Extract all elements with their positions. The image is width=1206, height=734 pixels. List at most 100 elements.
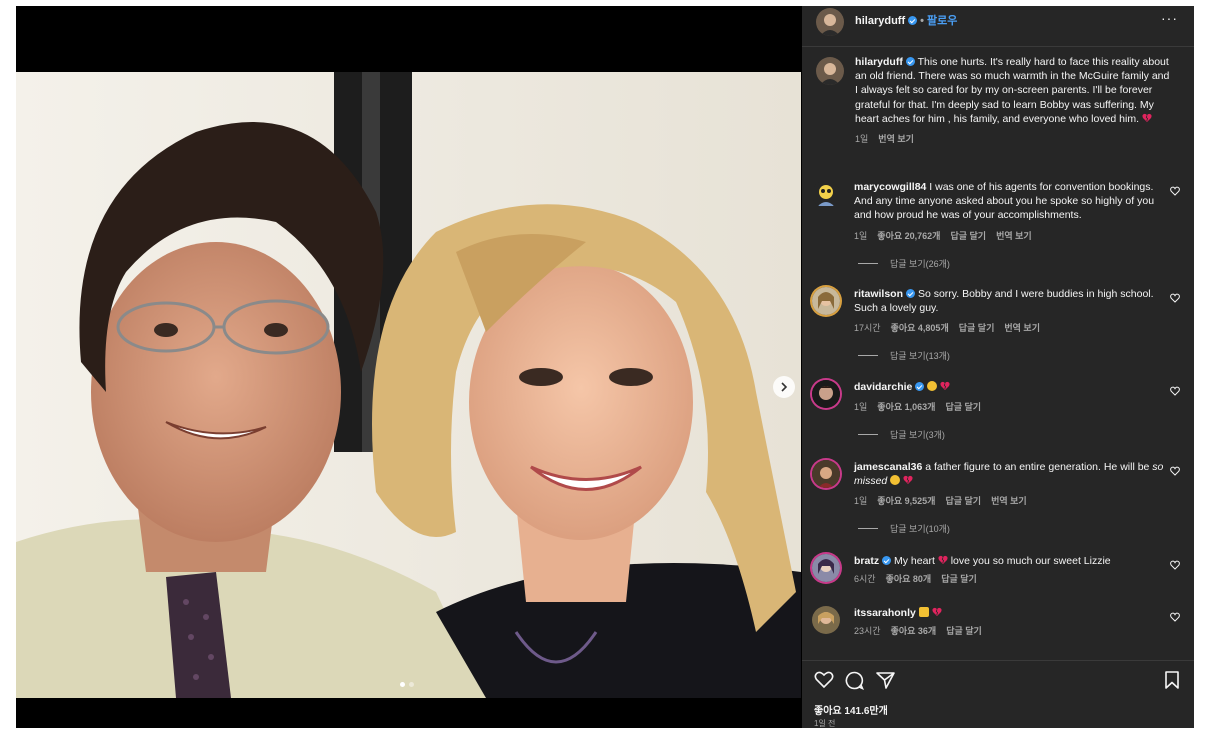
comment-username[interactable]: davidarchie — [854, 381, 912, 393]
verified-icon — [882, 556, 892, 565]
heart-icon[interactable] — [1170, 466, 1180, 476]
comment-meta: 17시간 좋아요 4,805개 답글 달기 번역 보기 — [854, 321, 1164, 335]
view-replies-button[interactable]: 답글 보기(13개) — [858, 349, 950, 362]
comment-likes-count[interactable]: 좋아요 9,525개 — [877, 496, 935, 506]
replies-line — [858, 434, 878, 435]
view-replies-label: 답글 보기(13개) — [890, 351, 950, 361]
caption-time: 1일 — [855, 134, 869, 145]
comment-meta: 23시간 좋아요 36개 답글 달기 — [854, 624, 1164, 638]
author-header-line: hilaryduff • 팔로우 — [855, 12, 957, 28]
post-likes-count[interactable]: 좋아요 141.6만개 — [814, 702, 888, 717]
carousel-next-button[interactable] — [773, 376, 795, 398]
post-header: hilaryduff • 팔로우 ··· — [802, 6, 1194, 47]
caption-username[interactable]: hilaryduff — [855, 56, 903, 68]
comment-avatar[interactable] — [812, 287, 840, 315]
separator-dot: • — [920, 15, 924, 27]
comment-reply-button[interactable]: 답글 달기 — [945, 402, 981, 412]
comment-username[interactable]: ritawilson — [854, 288, 903, 300]
heart-icon[interactable] — [1170, 612, 1180, 622]
replies-line — [858, 355, 878, 356]
comment-time: 1일 — [854, 496, 868, 507]
comment-username[interactable]: bratz — [854, 555, 879, 567]
carousel-dot-active — [400, 682, 405, 687]
chevron-right-icon — [781, 382, 788, 392]
comment-translate-button[interactable]: 번역 보기 — [1004, 323, 1040, 333]
comment-username[interactable]: marycowgill84 — [854, 181, 926, 193]
post-side-panel: hilaryduff • 팔로우 ··· hilaryduff This one h… — [802, 6, 1194, 728]
comment-likes-count[interactable]: 좋아요 20,762개 — [877, 231, 940, 241]
bookmark-icon[interactable] — [1164, 671, 1180, 689]
comment-meta: 1일 좋아요 20,762개 답글 달기 번역 보기 — [854, 229, 1164, 243]
view-replies-button[interactable]: 답글 보기(3개) — [858, 428, 945, 441]
comment-avatar[interactable] — [812, 554, 840, 582]
carousel-dot — [409, 682, 414, 687]
sad-face-emoji — [890, 475, 901, 486]
comment-avatar[interactable] — [812, 460, 840, 488]
comment-avatar[interactable] — [812, 606, 840, 634]
comment-avatar[interactable] — [812, 180, 840, 208]
view-replies-button[interactable]: 답글 보기(26개) — [858, 257, 950, 270]
comment-text: a father figure to an entire generation.… — [925, 461, 1150, 473]
comment-body: bratz My heart love you so much our swee… — [854, 554, 1164, 586]
comment-time: 17시간 — [854, 323, 881, 334]
follow-button[interactable]: 팔로우 — [927, 15, 957, 27]
comment-likes-count[interactable]: 좋아요 1,063개 — [877, 402, 935, 412]
broken-heart-emoji — [903, 476, 913, 485]
verified-icon — [908, 16, 918, 25]
comment-text-a: My heart — [894, 555, 935, 567]
verified-icon — [906, 289, 916, 298]
post-photo-illustration — [16, 72, 801, 698]
heart-icon[interactable] — [1170, 386, 1180, 396]
heart-icon[interactable] — [1170, 560, 1180, 570]
comment-likes-count[interactable]: 좋아요 80개 — [886, 574, 932, 584]
comment-body: itssarahonly 23시간 좋아요 36개 답글 달기 — [854, 606, 1164, 638]
comment-meta: 1일 좋아요 1,063개 답글 달기 — [854, 400, 1164, 414]
author-username[interactable]: hilaryduff — [855, 15, 905, 27]
comment-text-b: love you so much our sweet Lizzie — [950, 555, 1111, 567]
replies-line — [858, 263, 878, 264]
comment-meta: 6시간 좋아요 80개 답글 달기 — [854, 572, 1164, 586]
comment-body: marycowgill84 I was one of his agents fo… — [854, 180, 1164, 243]
caption-text-block: hilaryduff This one hurts. It's really h… — [855, 55, 1175, 146]
share-icon[interactable] — [876, 671, 895, 689]
comment-body: ritawilson So sorry. Bobby and I were bu… — [854, 287, 1164, 336]
comment-reply-button[interactable]: 답글 달기 — [945, 496, 981, 506]
comment-body: jamescanal36 a father figure to an entir… — [854, 460, 1164, 509]
broken-heart-emoji — [1142, 113, 1152, 122]
post-actions-bar: 좋아요 141.6만개 1일 전 — [802, 660, 1194, 729]
comment-time: 23시간 — [854, 626, 881, 637]
screenshot-frame: hilaryduff • 팔로우 ··· hilaryduff This one h… — [0, 0, 1206, 734]
comment-time: 1일 — [854, 402, 868, 413]
view-replies-button[interactable]: 답글 보기(10개) — [858, 522, 950, 535]
comment-time: 1일 — [854, 230, 868, 241]
comment-reply-button[interactable]: 답글 달기 — [959, 323, 995, 333]
comment-reply-button[interactable]: 답글 달기 — [946, 626, 982, 636]
broken-heart-emoji — [932, 607, 942, 616]
comment-reply-button[interactable]: 답글 달기 — [941, 574, 977, 584]
comment-reply-button[interactable]: 답글 달기 — [950, 231, 986, 241]
comment-username[interactable]: jamescanal36 — [854, 461, 922, 473]
comment-meta: 1일 좋아요 9,525개 답글 달기 번역 보기 — [854, 494, 1164, 508]
broken-heart-emoji — [938, 555, 948, 564]
author-avatar[interactable] — [816, 8, 844, 36]
sad-face-emoji — [927, 381, 938, 391]
caption-translate-button[interactable]: 번역 보기 — [878, 134, 914, 144]
comment-translate-button[interactable]: 번역 보기 — [996, 231, 1032, 241]
caption-avatar[interactable] — [816, 57, 844, 85]
caption-meta: 1일 번역 보기 — [855, 132, 1175, 146]
heart-icon[interactable] — [1170, 293, 1180, 303]
view-replies-label: 답글 보기(10개) — [890, 524, 950, 534]
more-options-icon[interactable]: ··· — [1161, 10, 1178, 26]
comment-avatar[interactable] — [812, 380, 840, 408]
comment-username[interactable]: itssarahonly — [854, 607, 916, 619]
comment-icon[interactable] — [845, 671, 864, 690]
like-heart-icon[interactable] — [814, 671, 834, 689]
post-time-ago: 1일 전 — [814, 719, 836, 728]
heart-icon[interactable] — [1170, 186, 1180, 196]
comment-likes-count[interactable]: 좋아요 4,805개 — [891, 323, 949, 333]
comments-scroll-area[interactable]: hilaryduff This one hurts. It's really h… — [802, 47, 1194, 659]
view-replies-label: 답글 보기(3개) — [890, 430, 945, 440]
comment-translate-button[interactable]: 번역 보기 — [991, 496, 1027, 506]
post-image[interactable] — [16, 72, 801, 698]
comment-likes-count[interactable]: 좋아요 36개 — [891, 626, 937, 636]
